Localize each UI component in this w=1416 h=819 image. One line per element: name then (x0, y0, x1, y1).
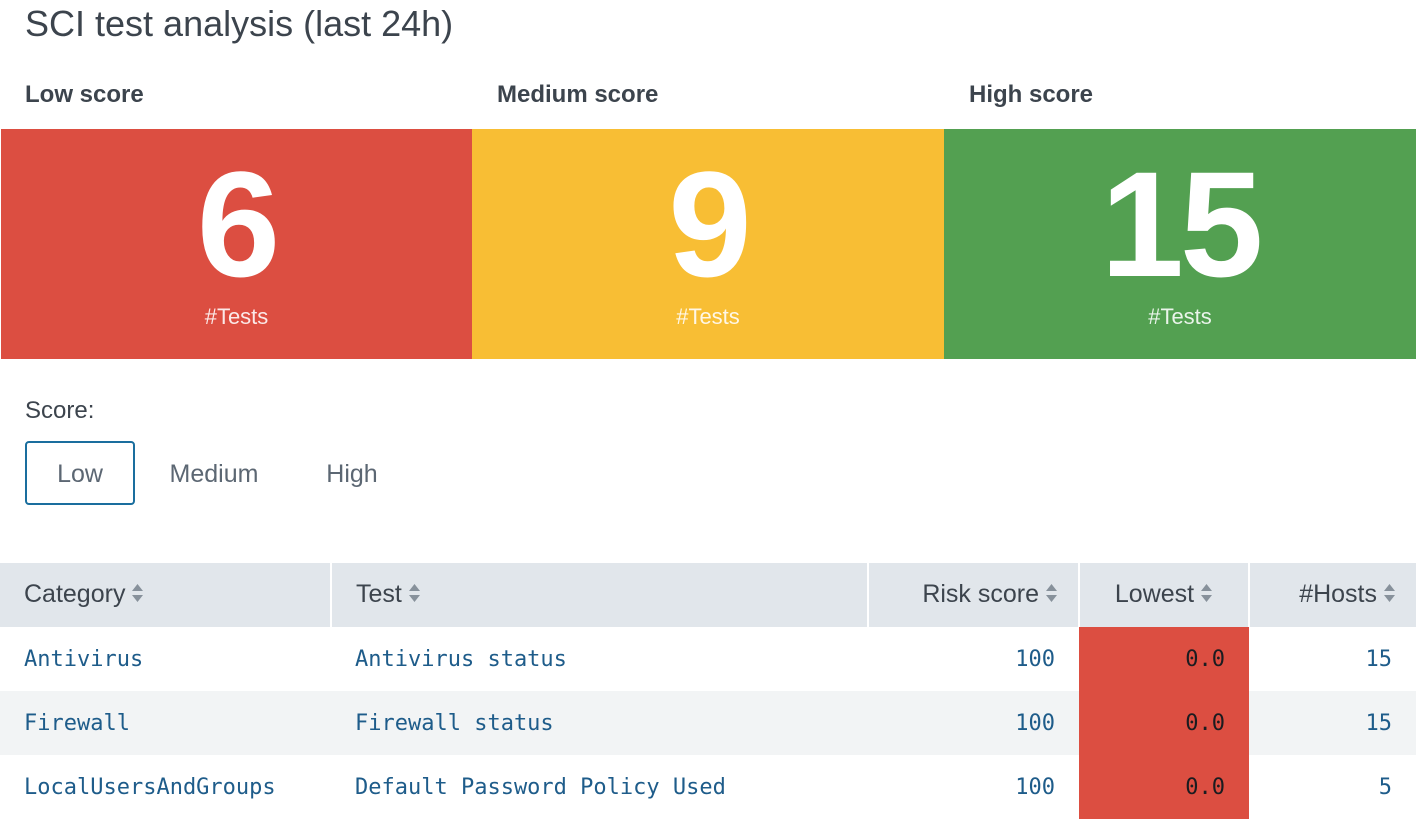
cell-test[interactable]: Default Password Policy Used (331, 755, 868, 819)
column-header-risk-score[interactable]: Risk score (868, 563, 1080, 627)
cell-risk-score[interactable]: 100 (868, 755, 1079, 819)
test-results-panel: Score: Low Medium High Category Test Ris… (0, 371, 1416, 819)
cell-category[interactable]: LocalUsersAndGroups (0, 755, 331, 819)
sort-icon (1200, 581, 1213, 610)
high-score-label: High score (969, 81, 1094, 108)
score-filter-low[interactable]: Low (25, 441, 135, 505)
column-header-label: Category (24, 580, 126, 609)
column-header-test[interactable]: Test (331, 563, 869, 627)
medium-score-tile[interactable]: 9 #Tests (472, 129, 944, 359)
sort-icon (408, 581, 421, 610)
table-header-row: Category Test Risk score Lowest #Hosts (0, 563, 1416, 627)
high-score-unit: #Tests (1148, 304, 1212, 329)
column-header-hosts[interactable]: #Hosts (1249, 563, 1416, 627)
sort-icon (131, 581, 144, 610)
column-header-label: Risk score (922, 580, 1039, 609)
page-title: SCI test analysis (last 24h) (25, 3, 454, 44)
cell-hosts[interactable]: 5 (1249, 755, 1416, 819)
cell-test[interactable]: Antivirus status (331, 627, 868, 691)
table-row: Firewall Firewall status 100 0.0 15 (0, 691, 1416, 755)
cell-risk-score[interactable]: 100 (868, 691, 1079, 755)
low-score-label: Low score (25, 81, 144, 108)
cell-test[interactable]: Firewall status (331, 691, 868, 755)
column-header-lowest[interactable]: Lowest (1079, 563, 1250, 627)
low-score-value: 6 (196, 140, 280, 308)
score-filter-high[interactable]: High (300, 441, 404, 505)
column-header-label: Test (356, 580, 402, 609)
medium-score-label: Medium score (497, 81, 659, 108)
sort-icon (1383, 581, 1396, 610)
table-row: Antivirus Antivirus status 100 0.0 15 (0, 627, 1416, 691)
results-table: Category Test Risk score Lowest #Hosts A… (0, 563, 1416, 819)
low-score-tile[interactable]: 6 #Tests (1, 129, 472, 359)
cell-lowest[interactable]: 0.0 (1079, 755, 1249, 819)
cell-hosts[interactable]: 15 (1249, 691, 1416, 755)
cell-risk-score[interactable]: 100 (868, 627, 1079, 691)
medium-score-value: 9 (668, 140, 751, 308)
column-header-label: #Hosts (1299, 580, 1377, 609)
cell-lowest[interactable]: 0.0 (1079, 691, 1249, 755)
score-filter-label: Score: (25, 397, 95, 424)
table-row: LocalUsersAndGroups Default Password Pol… (0, 755, 1416, 819)
cell-lowest[interactable]: 0.0 (1079, 627, 1249, 691)
column-header-category[interactable]: Category (0, 563, 332, 627)
cell-hosts[interactable]: 15 (1249, 627, 1416, 691)
cell-category[interactable]: Firewall (0, 691, 331, 755)
cell-category[interactable]: Antivirus (0, 627, 331, 691)
high-score-value: 15 (1100, 140, 1264, 308)
high-score-tile[interactable]: 15 #Tests (944, 129, 1416, 359)
column-header-label: Lowest (1114, 580, 1195, 609)
medium-score-unit: #Tests (676, 304, 740, 329)
sort-icon (1045, 581, 1058, 610)
low-score-unit: #Tests (204, 304, 269, 329)
score-filter-medium[interactable]: Medium (145, 441, 283, 505)
score-summary-panel: SCI test analysis (last 24h) Low score M… (0, 0, 1416, 371)
